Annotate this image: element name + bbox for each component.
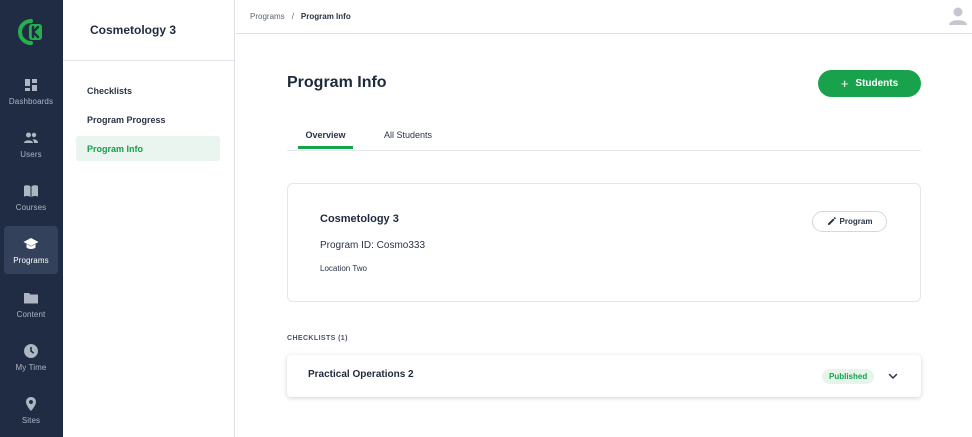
- chevron-down-icon[interactable]: [887, 370, 899, 382]
- rail-item-content[interactable]: Content: [4, 280, 58, 328]
- sidebar-item-program-progress[interactable]: Program Progress: [76, 107, 220, 132]
- rail-item-users[interactable]: Users: [4, 120, 58, 168]
- active-tab-indicator: [298, 146, 353, 149]
- program-location: Location Two: [320, 264, 367, 273]
- rail-item-programs[interactable]: Programs: [4, 226, 58, 274]
- program-id: Program ID: Cosmo333: [320, 240, 426, 251]
- graduation-cap-icon: [23, 237, 39, 249]
- add-students-label: Students: [855, 78, 899, 89]
- sidebar-item-program-info[interactable]: Program Info: [76, 136, 220, 161]
- primary-nav-rail: Dashboards Users Courses Programs Conten…: [0, 0, 63, 437]
- rail-item-sites[interactable]: Sites: [4, 386, 58, 434]
- user-avatar-icon[interactable]: [948, 6, 968, 26]
- main-content: Program Info + Students Overview All Stu…: [236, 34, 972, 437]
- book-icon: [24, 184, 38, 197]
- plus-icon: +: [840, 76, 849, 91]
- edit-program-button[interactable]: Program: [812, 211, 887, 232]
- breadcrumb: Programs / Program Info: [250, 12, 351, 21]
- location-pin-icon: [26, 396, 36, 411]
- tab-all-students[interactable]: All Students: [373, 120, 443, 150]
- edit-program-label: Program: [839, 217, 873, 226]
- checklists-heading: CHECKLISTS (1): [287, 335, 348, 342]
- tab-bar: Overview All Students: [287, 120, 921, 151]
- rail-label: My Time: [15, 362, 47, 372]
- top-bar: Programs / Program Info: [236, 0, 972, 34]
- rail-label: Dashboards: [8, 96, 54, 106]
- program-name: Cosmetology 3: [320, 213, 399, 225]
- checklist-title: Practical Operations 2: [308, 369, 414, 380]
- rail-label: Content: [16, 309, 46, 319]
- add-students-button[interactable]: + Students: [818, 70, 921, 97]
- rail-label: Courses: [15, 202, 47, 212]
- breadcrumb-separator: /: [291, 12, 294, 21]
- dashboard-icon: [25, 78, 37, 91]
- rail-item-my-time[interactable]: My Time: [4, 333, 58, 381]
- clock-icon: [24, 343, 39, 358]
- sidebar-divider: [63, 60, 234, 61]
- checklist-row[interactable]: Practical Operations 2 Published: [287, 355, 921, 397]
- rail-label: Users: [20, 149, 42, 159]
- sidebar-title: Cosmetology 3: [90, 23, 177, 37]
- rail-item-dashboards[interactable]: Dashboards: [4, 67, 58, 115]
- logo-icon: [17, 18, 42, 45]
- program-details-card: Cosmetology 3 Program ID: Cosmo333 Locat…: [287, 183, 921, 302]
- users-icon: [24, 132, 38, 143]
- breadcrumb-current: Program Info: [300, 12, 351, 21]
- sidebar-item-checklists[interactable]: Checklists: [76, 78, 220, 103]
- pencil-icon: [827, 217, 836, 226]
- rail-label: Programs: [13, 255, 49, 265]
- rail-item-courses[interactable]: Courses: [4, 173, 58, 221]
- app-logo[interactable]: [0, 0, 63, 63]
- status-badge: Published: [822, 369, 875, 384]
- page-title: Program Info: [287, 74, 387, 91]
- program-sidebar: Cosmetology 3 Checklists Program Progres…: [63, 0, 235, 437]
- folder-icon: [24, 292, 38, 303]
- breadcrumb-programs-link[interactable]: Programs: [250, 12, 285, 21]
- rail-label: Sites: [21, 415, 41, 425]
